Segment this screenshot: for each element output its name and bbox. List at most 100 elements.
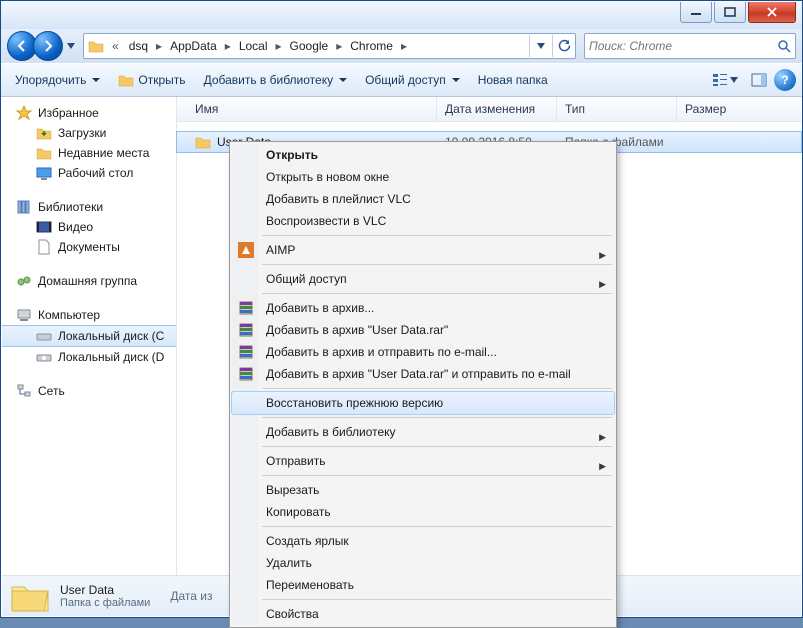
context-menu-item[interactable]: Добавить в архив "User Data.rar" и отпра… bbox=[232, 363, 614, 385]
chevron-right-icon[interactable]: ▸ bbox=[221, 39, 235, 53]
explorer-window: « dsq ▸ AppData ▸ Local ▸ Google ▸ Chrom… bbox=[0, 0, 803, 618]
video-icon bbox=[36, 219, 52, 235]
network-icon bbox=[16, 383, 32, 399]
computer-icon bbox=[16, 307, 32, 323]
rar-icon bbox=[238, 366, 254, 382]
view-options-button[interactable] bbox=[706, 68, 744, 92]
menu-separator bbox=[262, 264, 612, 265]
column-date[interactable]: Дата изменения bbox=[437, 97, 557, 121]
open-button[interactable]: Открыть bbox=[110, 68, 193, 92]
tree-local-disk-c[interactable]: Локальный диск (C bbox=[2, 325, 176, 347]
context-menu-item[interactable]: Добавить в архив и отправить по e-mail..… bbox=[232, 341, 614, 363]
help-button[interactable]: ? bbox=[774, 69, 796, 91]
recent-icon bbox=[36, 145, 52, 161]
refresh-button[interactable] bbox=[552, 35, 575, 57]
menu-separator bbox=[262, 475, 612, 476]
document-icon bbox=[36, 239, 52, 255]
search-icon[interactable] bbox=[773, 39, 795, 53]
tree-computer[interactable]: Компьютер bbox=[2, 305, 176, 325]
tree-network[interactable]: Сеть bbox=[2, 381, 176, 401]
breadcrumb-item[interactable]: dsq bbox=[125, 39, 152, 53]
breadcrumb-item[interactable]: Local bbox=[235, 39, 272, 53]
chevron-right-icon[interactable]: ▸ bbox=[397, 39, 411, 53]
context-menu-item[interactable]: Создать ярлык bbox=[232, 530, 614, 552]
breadcrumb-prefix: « bbox=[106, 39, 125, 53]
navigation-pane: Избранное Загрузки Недавние места Рабочи… bbox=[2, 97, 177, 575]
context-menu-item[interactable]: Вырезать bbox=[232, 479, 614, 501]
folder-open-icon bbox=[118, 72, 134, 88]
details-title: User Data bbox=[60, 583, 150, 597]
menu-separator bbox=[262, 417, 612, 418]
drive-icon bbox=[36, 349, 52, 365]
context-menu-label: AIMP bbox=[266, 243, 295, 257]
tree-documents[interactable]: Документы bbox=[2, 237, 176, 257]
address-bar[interactable]: « dsq ▸ AppData ▸ Local ▸ Google ▸ Chrom… bbox=[83, 33, 576, 59]
context-menu-label: Восстановить прежнюю версию bbox=[266, 396, 443, 410]
forward-button[interactable] bbox=[33, 31, 63, 61]
tree-desktop[interactable]: Рабочий стол bbox=[2, 163, 176, 183]
details-subtitle: Папка с файлами bbox=[60, 597, 150, 609]
tree-videos[interactable]: Видео bbox=[2, 217, 176, 237]
close-button[interactable] bbox=[748, 2, 796, 23]
preview-pane-button[interactable] bbox=[746, 68, 772, 92]
context-menu-item[interactable]: Переименовать bbox=[232, 574, 614, 596]
column-name[interactable]: Имя bbox=[177, 97, 437, 121]
chevron-right-icon[interactable]: ▸ bbox=[272, 39, 286, 53]
nav-history-dropdown[interactable] bbox=[63, 32, 79, 60]
address-dropdown[interactable] bbox=[529, 35, 552, 57]
context-menu-item[interactable]: Добавить в плейлист VLC bbox=[232, 188, 614, 210]
add-to-library-button[interactable]: Добавить в библиотеку bbox=[196, 68, 356, 92]
context-menu-label: Воспроизвести в VLC bbox=[266, 214, 386, 228]
context-menu-item[interactable]: Добавить в архив "User Data.rar" bbox=[232, 319, 614, 341]
context-menu-label: Открыть в новом окне bbox=[266, 170, 389, 184]
menu-separator bbox=[262, 388, 612, 389]
context-menu-label: Свойства bbox=[266, 607, 319, 621]
context-menu-label: Добавить в архив... bbox=[266, 301, 374, 315]
rar-icon bbox=[238, 300, 254, 316]
share-button[interactable]: Общий доступ bbox=[357, 68, 468, 92]
tree-local-disk-d[interactable]: Локальный диск (D bbox=[2, 347, 176, 367]
chevron-right-icon[interactable]: ▸ bbox=[332, 39, 346, 53]
tree-homegroup[interactable]: Домашняя группа bbox=[2, 271, 176, 291]
breadcrumb-item[interactable]: AppData bbox=[166, 39, 221, 53]
context-menu-label: Открыть bbox=[266, 148, 318, 162]
downloads-icon bbox=[36, 125, 52, 141]
search-box[interactable] bbox=[584, 33, 796, 59]
star-icon bbox=[16, 105, 32, 121]
tree-favorites[interactable]: Избранное bbox=[2, 103, 176, 123]
chevron-right-icon[interactable]: ▸ bbox=[152, 39, 166, 53]
menu-separator bbox=[262, 446, 612, 447]
context-menu-item[interactable]: Отправить bbox=[232, 450, 614, 472]
breadcrumb-item[interactable]: Google bbox=[286, 39, 333, 53]
tree-recent[interactable]: Недавние места bbox=[2, 143, 176, 163]
maximize-button[interactable] bbox=[714, 2, 746, 23]
context-menu-item[interactable]: Открыть в новом окне bbox=[232, 166, 614, 188]
new-folder-button[interactable]: Новая папка bbox=[470, 68, 556, 92]
search-input[interactable] bbox=[585, 39, 773, 53]
minimize-button[interactable] bbox=[680, 2, 712, 23]
context-menu-item[interactable]: Добавить в архив... bbox=[232, 297, 614, 319]
context-menu-label: Копировать bbox=[266, 505, 331, 519]
context-menu-item[interactable]: Общий доступ bbox=[232, 268, 614, 290]
menu-separator bbox=[262, 235, 612, 236]
folder-icon bbox=[88, 38, 104, 54]
column-type[interactable]: Тип bbox=[557, 97, 677, 121]
context-menu-label: Добавить в архив "User Data.rar" и отпра… bbox=[266, 367, 571, 381]
column-size[interactable]: Размер bbox=[677, 97, 801, 121]
context-menu-item[interactable]: Открыть bbox=[232, 144, 614, 166]
context-menu-item[interactable]: Копировать bbox=[232, 501, 614, 523]
context-menu-label: Создать ярлык bbox=[266, 534, 349, 548]
context-menu-item[interactable]: AIMP bbox=[232, 239, 614, 261]
context-menu-item[interactable]: Воспроизвести в VLC bbox=[232, 210, 614, 232]
context-menu-label: Вырезать bbox=[266, 483, 319, 497]
context-menu-item[interactable]: Удалить bbox=[232, 552, 614, 574]
nav-row: « dsq ▸ AppData ▸ Local ▸ Google ▸ Chrom… bbox=[1, 29, 802, 63]
tree-downloads[interactable]: Загрузки bbox=[2, 123, 176, 143]
breadcrumb-item[interactable]: Chrome bbox=[346, 39, 397, 53]
rar-icon bbox=[238, 344, 254, 360]
context-menu-item[interactable]: Восстановить прежнюю версию bbox=[232, 392, 614, 414]
tree-libraries[interactable]: Библиотеки bbox=[2, 197, 176, 217]
context-menu-item[interactable]: Свойства bbox=[232, 603, 614, 625]
context-menu-item[interactable]: Добавить в библиотеку bbox=[232, 421, 614, 443]
organize-button[interactable]: Упорядочить bbox=[7, 68, 108, 92]
